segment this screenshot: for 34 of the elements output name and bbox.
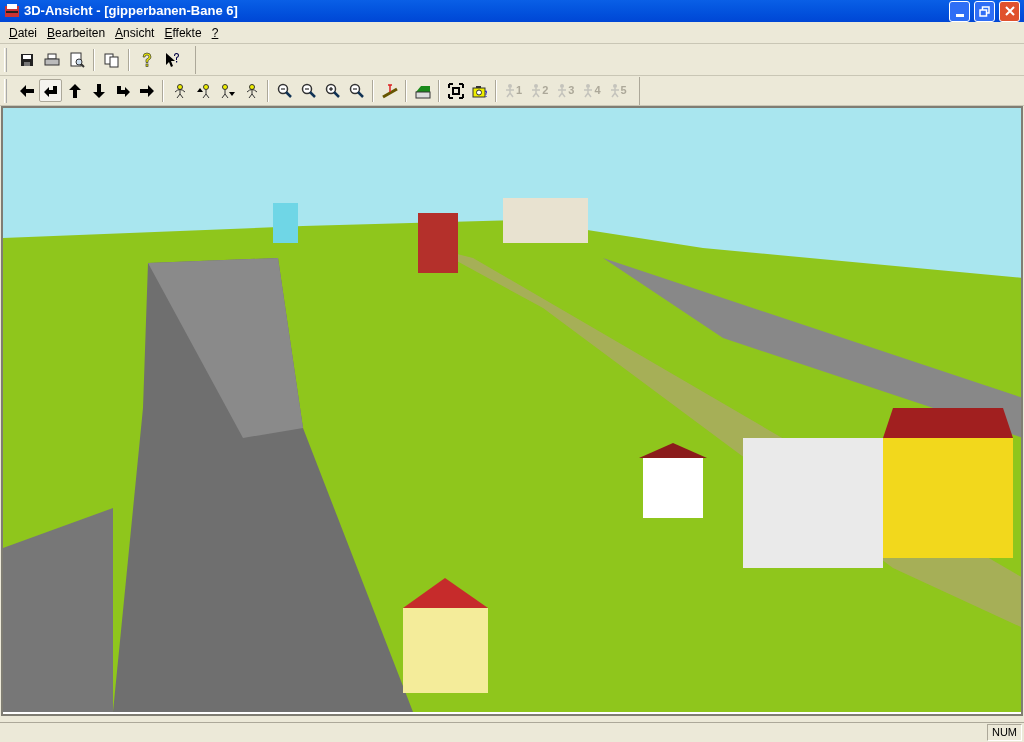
menu-item[interactable]: ? — [206, 22, 224, 43]
copy-icon — [103, 51, 120, 68]
person-icon — [557, 83, 568, 98]
person-down-icon — [219, 82, 236, 99]
person-icon — [609, 83, 620, 98]
toolbar-button[interactable] — [39, 79, 62, 102]
zoom-icon — [348, 82, 365, 99]
print-preview-icon — [68, 51, 85, 68]
menu-item[interactable]: Bearbeiten — [42, 22, 111, 43]
minimize-button[interactable] — [949, 0, 970, 22]
zoom-in-icon — [324, 82, 341, 99]
restore-icon — [979, 5, 990, 17]
height-ruler-icon — [381, 82, 398, 99]
person-up-icon — [195, 82, 212, 99]
person-icon — [583, 83, 594, 98]
minimize-icon — [955, 13, 964, 17]
save-icon — [18, 51, 35, 68]
person-icon — [531, 83, 542, 98]
app-icon — [4, 3, 20, 19]
close-button[interactable] — [999, 0, 1020, 22]
context-help-icon — [163, 51, 180, 68]
arrow-right-icon — [138, 82, 155, 99]
zoom-icon — [276, 82, 293, 99]
window-title: 3D-Ansicht - [gipperbanen-Bane 6] — [24, 2, 239, 21]
restore-button[interactable] — [974, 0, 995, 22]
fit-view-icon — [447, 82, 464, 99]
menu-item[interactable]: Datei — [4, 22, 43, 43]
menu-item[interactable]: Ansicht — [110, 22, 160, 43]
close-icon — [1004, 6, 1015, 16]
menu-item[interactable]: Effekte — [159, 22, 207, 43]
person-icon — [505, 83, 515, 98]
printer-icon — [43, 51, 60, 68]
status-pane: NUM — [986, 724, 1022, 741]
zoom-out-icon — [300, 82, 317, 99]
